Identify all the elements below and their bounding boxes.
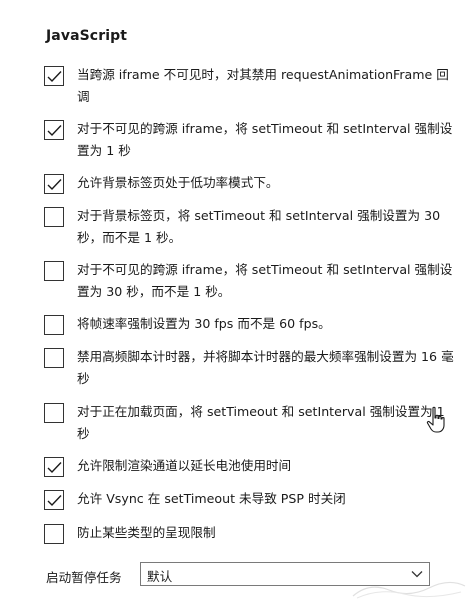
checkbox[interactable]: [44, 457, 64, 477]
section-title: JavaScript: [46, 28, 128, 44]
checkbox[interactable]: [44, 66, 64, 86]
check-icon: [47, 462, 62, 474]
option-label: 防止某些类型的呈现限制: [77, 525, 216, 540]
checkbox[interactable]: [44, 348, 64, 368]
option-label: 对于正在加载页面，将 setTimeout 和 setInterval 强制设置…: [77, 404, 445, 441]
javascript-settings-panel: JavaScript 当跨源 iframe 不可见时，对其禁用 requestA…: [0, 0, 475, 604]
dropdown-selected-value: 默认: [147, 569, 173, 584]
option-label: 禁用高频脚本计时器，并将脚本计时器的最大频率强制设置为 16 毫秒: [77, 349, 454, 386]
checkbox[interactable]: [44, 490, 64, 510]
option-label: 当跨源 iframe 不可见时，对其禁用 requestAnimationFra…: [77, 67, 449, 104]
checkbox[interactable]: [44, 261, 64, 281]
check-icon: [47, 179, 62, 191]
check-icon: [47, 71, 62, 83]
option-label: 对于不可见的跨源 iframe，将 setTimeout 和 setInterv…: [77, 262, 453, 299]
checkbox[interactable]: [44, 120, 64, 140]
option-vsync-off[interactable]: 允许 Vsync 在 setTimeout 未导致 PSP 时关闭: [44, 490, 454, 512]
option-raf-cross-origin[interactable]: 当跨源 iframe 不可见时，对其禁用 requestAnimationFra…: [44, 66, 454, 110]
option-iframe-timer-1s[interactable]: 对于不可见的跨源 iframe，将 setTimeout 和 setInterv…: [44, 120, 454, 164]
option-background-timer-30s[interactable]: 对于背景标签页，将 setTimeout 和 setInterval 强制设置为…: [44, 207, 454, 251]
option-label: 允许背景标签页处于低功率模式下。: [77, 175, 279, 190]
option-prevent-render-throttling[interactable]: 防止某些类型的呈现限制: [44, 524, 454, 546]
option-label: 对于背景标签页，将 setTimeout 和 setInterval 强制设置为…: [77, 208, 441, 245]
check-icon: [47, 125, 62, 137]
checkbox[interactable]: [44, 524, 64, 544]
pause-tasks-label: 启动暂停任务: [46, 570, 122, 585]
checkbox[interactable]: [44, 207, 64, 227]
option-label: 对于不可见的跨源 iframe，将 setTimeout 和 setInterv…: [77, 121, 453, 158]
option-frame-rate-30fps[interactable]: 将帧速率强制设置为 30 fps 而不是 60 fps。: [44, 315, 454, 337]
hand-pointer-icon: [426, 406, 445, 433]
option-label: 将帧速率强制设置为 30 fps 而不是 60 fps。: [77, 316, 331, 331]
checkbox[interactable]: [44, 403, 64, 423]
option-disable-high-freq-timers[interactable]: 禁用高频脚本计时器，并将脚本计时器的最大频率强制设置为 16 毫秒: [44, 348, 454, 392]
checkbox[interactable]: [44, 174, 64, 194]
checkbox[interactable]: [44, 315, 64, 335]
option-label: 允许 Vsync 在 setTimeout 未导致 PSP 时关闭: [77, 491, 346, 506]
option-label: 允许限制渲染通道以延长电池使用时间: [77, 458, 292, 473]
option-iframe-timer-30s[interactable]: 对于不可见的跨源 iframe，将 setTimeout 和 setInterv…: [44, 261, 454, 305]
option-background-low-power[interactable]: 允许背景标签页处于低功率模式下。: [44, 174, 454, 196]
option-throttle-render-pipeline[interactable]: 允许限制渲染通道以延长电池使用时间: [44, 457, 454, 479]
chevron-down-icon: [411, 571, 423, 578]
watermark-logo: [352, 581, 466, 599]
check-icon: [47, 495, 62, 507]
option-loading-page-timer-1s[interactable]: 对于正在加载页面，将 setTimeout 和 setInterval 强制设置…: [44, 403, 454, 447]
